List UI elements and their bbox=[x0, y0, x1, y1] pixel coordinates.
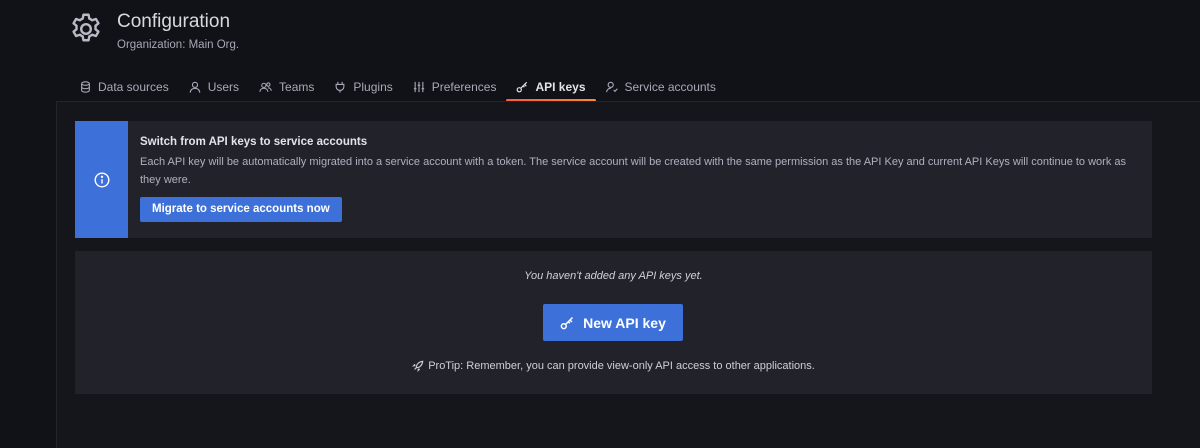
tab-label: Plugins bbox=[353, 80, 393, 94]
empty-state-message: You haven't added any API keys yet. bbox=[524, 270, 703, 282]
rocket-icon bbox=[412, 360, 424, 372]
tab-label: Preferences bbox=[431, 80, 497, 94]
tab-label: Data sources bbox=[98, 80, 169, 94]
key-icon bbox=[517, 81, 528, 93]
tab-preferences[interactable]: Preferences bbox=[403, 74, 507, 100]
empty-state-panel: You haven't added any API keys yet. New … bbox=[75, 251, 1152, 394]
sliders-icon bbox=[413, 81, 424, 93]
tab-api-keys[interactable]: API keys bbox=[506, 74, 596, 102]
info-icon bbox=[93, 171, 110, 188]
tab-data-sources[interactable]: Data sources bbox=[70, 74, 179, 100]
alert-body: Switch from API keys to service accounts… bbox=[128, 121, 1152, 238]
plug-icon bbox=[335, 81, 345, 93]
alert-title: Switch from API keys to service accounts bbox=[140, 136, 368, 148]
tab-teams[interactable]: Teams bbox=[249, 74, 324, 100]
page: Configuration Organization: Main Org. Da… bbox=[0, 0, 1200, 448]
new-api-key-button[interactable]: New API key bbox=[543, 304, 683, 341]
migration-alert: Switch from API keys to service accounts… bbox=[75, 121, 1152, 238]
user-icon bbox=[189, 81, 200, 93]
page-header: Configuration Organization: Main Org. bbox=[68, 10, 239, 53]
tab-label: API keys bbox=[535, 80, 586, 94]
users-icon bbox=[259, 82, 272, 92]
tab-users[interactable]: Users bbox=[179, 74, 249, 100]
key-icon bbox=[560, 316, 574, 329]
protip: ProTip: Remember, you can provide view-o… bbox=[75, 360, 1152, 372]
migrate-button[interactable]: Migrate to service accounts now bbox=[140, 197, 342, 222]
header-text: Configuration Organization: Main Org. bbox=[117, 10, 239, 53]
new-api-key-label: New API key bbox=[583, 314, 666, 331]
tab-label: Teams bbox=[279, 80, 315, 94]
gear-icon bbox=[72, 13, 100, 42]
alert-icon-panel bbox=[75, 121, 128, 238]
protip-text: ProTip: Remember, you can provide view-o… bbox=[428, 360, 815, 372]
database-icon bbox=[81, 81, 90, 93]
tab-label: Service accounts bbox=[624, 80, 716, 94]
service-account-icon bbox=[605, 81, 618, 93]
page-title: Configuration bbox=[117, 11, 231, 32]
tab-plugins[interactable]: Plugins bbox=[324, 74, 402, 100]
tab-label: Users bbox=[207, 80, 240, 94]
tab-service-accounts[interactable]: Service accounts bbox=[596, 74, 726, 100]
tab-bar: Data sources Users Teams Plugins Prefere… bbox=[70, 74, 726, 102]
page-subtitle: Organization: Main Org. bbox=[117, 39, 240, 51]
alert-text: Each API key will be automatically migra… bbox=[140, 156, 1126, 186]
